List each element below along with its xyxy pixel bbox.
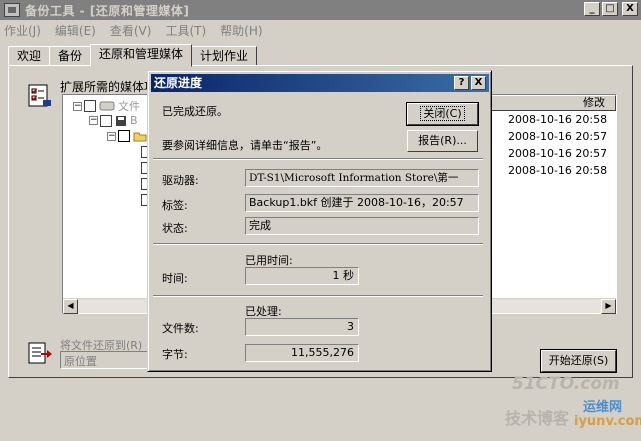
details-hint: 要参阅详细信息，请单击“报告”。 [162,139,328,152]
tree-row-grandchild[interactable]: − [107,130,147,142]
tab-restore-manage-media[interactable]: 还原和管理媒体 [90,44,193,67]
tree-checkbox[interactable] [84,100,96,112]
minimize-button[interactable]: _ [584,2,600,16]
separator [153,295,483,297]
folder-icon [133,132,147,142]
label-field: Backup1.bkf 创建于 2008-10-16，20:57 [245,194,479,212]
dialog-title: 还原进度 [154,76,203,90]
watermark-text: 运维网 [583,400,623,415]
status-message: 已完成还原。 [162,105,228,118]
dialog-close-button[interactable]: X [471,76,486,90]
checklist-icon [28,84,51,107]
elapsed-time-header: 已用时间: [245,254,293,267]
modified-date-cell: 2008-10-16 20:57 [508,147,608,160]
bytes-label: 字节: [162,348,188,361]
tree-row-child[interactable]: − B [89,114,138,127]
dialog-help-button[interactable]: ? [454,76,469,90]
restore-destination-icon [28,342,52,364]
dialog-titlebar: 还原进度 ? X [151,74,489,92]
start-restore-button[interactable]: 开始还原(S) [540,349,617,373]
time-field: 1 秒 [245,267,359,285]
tree-collapse-icon[interactable]: − [107,131,116,141]
modified-date-cell: 2008-10-16 20:57 [508,130,608,143]
report-button[interactable]: 报告(R)... [407,130,478,152]
bytes-field: 11,555,276 [245,344,359,362]
drive-label: 驱动器: [162,174,199,187]
tree-checkbox[interactable] [100,114,112,127]
tree-root-label: 文件 [118,100,140,113]
backup-file-icon [116,115,126,126]
state-field: 完成 [245,217,479,235]
file-media-icon [99,101,115,111]
scroll-right-icon[interactable]: ▶ [601,299,616,314]
separator [153,243,483,245]
processed-header: 已处理: [245,305,282,318]
maximize-button[interactable]: □ [602,2,618,16]
tab-welcome[interactable]: 欢迎 [8,46,51,66]
tab-schedule-jobs[interactable]: 计划作业 [191,46,258,66]
close-dialog-button[interactable]: 关闭(C) [406,102,479,126]
watermark-text: 技术博客 [505,409,570,428]
column-header-modified[interactable]: 修改 [490,95,616,111]
tree-collapse-icon[interactable]: − [89,116,98,125]
separator [153,158,483,160]
tab-backup[interactable]: 备份 [49,46,92,66]
tree-collapse-icon[interactable]: − [73,101,82,111]
expand-media-label: 扩展所需的媒体项 [60,80,157,94]
restore-progress-dialog: 还原进度 ? X 已完成还原。 要参阅详细信息，请单击“报告”。 关闭(C) 报… [147,70,492,372]
window-titlebar: 备份工具 - [还原和管理媒体] _ □ X [0,0,641,20]
files-count-label: 文件数: [162,322,199,335]
window-controls: _ □ X [584,2,638,16]
backup-app-icon [4,3,20,17]
menu-job[interactable]: 作业(J) [4,22,41,39]
menu-view[interactable]: 查看(V) [110,22,152,39]
menu-help[interactable]: 帮助(H) [220,22,262,39]
time-label: 时间: [162,272,188,285]
menu-bar: 作业(J) 编辑(E) 查看(V) 工具(T) 帮助(H) [0,20,641,40]
tree-child-label: B [130,114,138,127]
label-label: 标签: [162,199,188,212]
modified-date-cell: 2008-10-16 20:58 [508,113,608,126]
watermark-text: iyunv.com [574,414,641,429]
watermark-text: 51CTO.com [512,374,620,394]
scroll-left-icon[interactable]: ◀ [63,299,78,314]
tree-row-root[interactable]: − 文件 [73,98,140,114]
restore-to-select[interactable]: 原位置 [60,351,160,369]
close-button[interactable]: X [622,2,638,16]
state-label: 状态: [162,222,188,235]
tree-checkbox[interactable] [118,130,130,142]
close-dialog-button-label: 关闭(C) [420,106,465,121]
tab-strip: 欢迎 备份 还原和管理媒体 计划作业 [8,44,258,67]
menu-tools[interactable]: 工具(T) [165,22,206,39]
drive-field: DT-S1\Microsoft Information Store\第一 [245,169,479,187]
files-count-field: 3 [245,318,359,336]
menu-edit[interactable]: 编辑(E) [55,22,96,39]
window-title: 备份工具 - [还原和管理媒体] [25,3,190,18]
modified-date-cell: 2008-10-16 20:58 [508,164,608,177]
